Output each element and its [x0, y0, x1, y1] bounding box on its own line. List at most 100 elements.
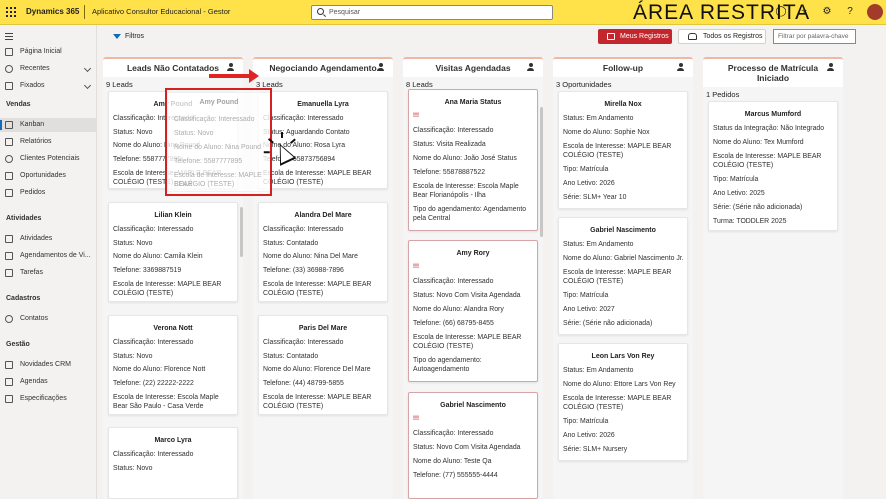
sidebar-item-crm-news[interactable]: Novidades CRM: [0, 358, 97, 372]
hamburger-icon[interactable]: [5, 33, 13, 40]
card-name: Mirella Nox: [604, 101, 642, 108]
lead-card[interactable]: Emanuella Lyra Classificação: Interessad…: [258, 91, 388, 189]
sidebar-item-tasks[interactable]: Tarefas: [0, 266, 97, 280]
help-icon[interactable]: ?: [843, 5, 857, 19]
card-name: Marco Lyra: [154, 437, 192, 444]
filter-placeholder: Filtrar por palavra-chave: [778, 33, 849, 40]
card-line: Série: (Série não adicionada): [563, 320, 653, 327]
sidebar-item-home[interactable]: Página Inicial: [0, 45, 97, 59]
user-icon[interactable]: [527, 63, 534, 72]
sidebar-item-leads[interactable]: Clientes Potenciais: [0, 152, 97, 166]
kanban-icon: [5, 121, 13, 129]
lead-card[interactable]: Ana Maria Status !!! Classificação: Inte…: [408, 89, 538, 231]
card-line: Status: Novo: [113, 353, 153, 360]
brand-name[interactable]: Dynamics 365: [26, 7, 79, 16]
lead-card[interactable]: Marco Lyra Classificação: Interessado St…: [108, 427, 238, 499]
user-icon[interactable]: [227, 63, 234, 72]
card-line: Nome do Aluno: Sophie Nox: [563, 129, 650, 136]
sidebar-item-recent[interactable]: Recentes: [0, 62, 97, 76]
column-title: Processo de Matrícula Iniciado: [727, 63, 819, 83]
user-icon[interactable]: [377, 63, 384, 72]
card-line: Status: Contatado: [263, 240, 319, 247]
app-name[interactable]: Aplicativo Consultor Educacional - Gesto…: [92, 7, 230, 16]
sidebar: Página Inicial Recentes Fixados Vendas K…: [0, 25, 97, 499]
card-line: Ano Letivo: 2026: [563, 180, 615, 187]
sidebar-item-agendas[interactable]: Agendas: [0, 375, 97, 389]
card-line: Tipo: Matrícula: [563, 166, 609, 173]
card-name: Ana Maria Status: [444, 99, 502, 106]
column-header: Visitas Agendadas: [403, 57, 543, 77]
lead-card[interactable]: Lilian Klein Classificação: Interessado …: [108, 202, 238, 302]
opportunity-card[interactable]: Mirella Nox Status: Em Andamento Nome do…: [558, 91, 688, 209]
priority-marker: !!!: [413, 113, 419, 119]
user-icon[interactable]: [677, 63, 684, 72]
order-card[interactable]: Marcus Mumford Status da Integração: Não…: [708, 101, 838, 231]
kanban-column-follow-up: Follow-up 3 Oportunidades Mirella Nox St…: [553, 57, 693, 499]
card-line: Classificação: Interessado: [413, 278, 494, 285]
lead-card[interactable]: Amy Rory !!! Classificação: Interessado …: [408, 240, 538, 382]
keyword-filter-input[interactable]: Filtrar por palavra-chave: [773, 29, 856, 44]
sidebar-item-activities[interactable]: Atividades: [0, 232, 97, 246]
lead-card[interactable]: Gabriel Nascimento !!! Classificação: In…: [408, 392, 538, 499]
card-line: Status da Integração: Não Integrado: [713, 125, 825, 132]
card-name: Verona Nott: [153, 325, 193, 332]
sidebar-item-orders[interactable]: Pedidos: [0, 186, 97, 200]
card-line: Tipo do agendamento: Agendamento: [413, 206, 527, 213]
order-icon: [5, 189, 13, 197]
sidebar-item-contacts[interactable]: Contatos: [0, 312, 97, 326]
sidebar-group-registrations: Cadastros: [6, 295, 41, 302]
all-records-button[interactable]: Todos os Registros: [678, 29, 766, 44]
card-line: Status: Novo Com Visita Agendada: [413, 292, 521, 299]
column-count: 9 Leads: [106, 80, 133, 89]
app-launcher-icon[interactable]: [6, 7, 16, 17]
column-count: 8 Leads: [406, 80, 433, 89]
card-line: Telefone: 3369887519: [113, 267, 182, 274]
agenda-icon: [5, 378, 13, 386]
card-line: Telefone: (66) 68795-8455: [413, 320, 494, 327]
column-scrollbar[interactable]: [240, 207, 243, 257]
global-search-input[interactable]: Pesquisar: [311, 5, 553, 20]
avatar[interactable]: [867, 4, 883, 20]
sidebar-item-label: Oportunidades: [20, 172, 66, 179]
card-line: COLÉGIO (TESTE): [563, 404, 624, 411]
card-line: Status: Em Andamento: [563, 367, 634, 374]
home-icon: [5, 48, 13, 56]
filters-button[interactable]: Filtros: [113, 33, 144, 40]
sidebar-item-pinned[interactable]: Fixados: [0, 79, 97, 93]
column-scrollbar[interactable]: [540, 107, 543, 237]
plus-icon[interactable]: +: [797, 5, 811, 19]
opportunity-card[interactable]: Gabriel Nascimento Status: Em Andamento …: [558, 217, 688, 335]
news-icon: [5, 361, 13, 369]
sidebar-item-opportunities[interactable]: Oportunidades: [0, 169, 97, 183]
top-bar: Dynamics 365 Aplicativo Consultor Educac…: [0, 0, 886, 25]
card-line: Escola de Interesse: MAPLE BEAR: [563, 269, 672, 276]
sidebar-item-reports[interactable]: Relatórios: [0, 135, 97, 149]
card-line: Ano Letivo: 2026: [563, 432, 615, 439]
sidebar-item-label: Recentes: [20, 65, 50, 72]
gear-icon[interactable]: ⚙: [820, 5, 834, 19]
card-name: Paris Del Mare: [298, 325, 348, 332]
sidebar-item-label: Especificações: [20, 395, 67, 402]
sidebar-item-specifications[interactable]: Especificações: [0, 392, 97, 406]
opportunity-card[interactable]: Leon Lars Von Rey Status: Em Andamento N…: [558, 343, 688, 461]
lead-card[interactable]: Verona Nott Classificação: Interessado S…: [108, 315, 238, 415]
chevron-down-icon: [83, 64, 92, 73]
sidebar-item-label: Agendas: [20, 378, 48, 385]
lead-card[interactable]: Alandra Del Mare Classificação: Interess…: [258, 202, 388, 302]
my-records-button[interactable]: Meus Registros: [598, 29, 672, 44]
lightbulb-icon[interactable]: ◯: [774, 5, 788, 19]
card-line: Tipo: Matrícula: [563, 418, 609, 425]
sidebar-item-label: Fixados: [20, 82, 45, 89]
column-title: Negociando Agendamento: [269, 63, 377, 73]
user-icon[interactable]: [827, 63, 834, 72]
contact-icon: [5, 315, 13, 323]
column-header: Follow-up: [553, 57, 693, 77]
sidebar-item-kanban[interactable]: Kanban: [0, 118, 97, 132]
search-icon: [317, 8, 324, 15]
lead-card[interactable]: Paris Del Mare Classificação: Interessad…: [258, 315, 388, 415]
card-line: Telefone: (44) 48799-5855: [263, 380, 344, 387]
card-line: Telefone: (77) 555555-4444: [413, 472, 498, 479]
kanban-column-enrollment: Processo de Matrícula Iniciado 1 Pedidos…: [703, 57, 843, 499]
card-line: Classificação: Interessado: [113, 451, 194, 458]
sidebar-item-visit-schedules[interactable]: Agendamentos de Vi...: [0, 249, 97, 263]
